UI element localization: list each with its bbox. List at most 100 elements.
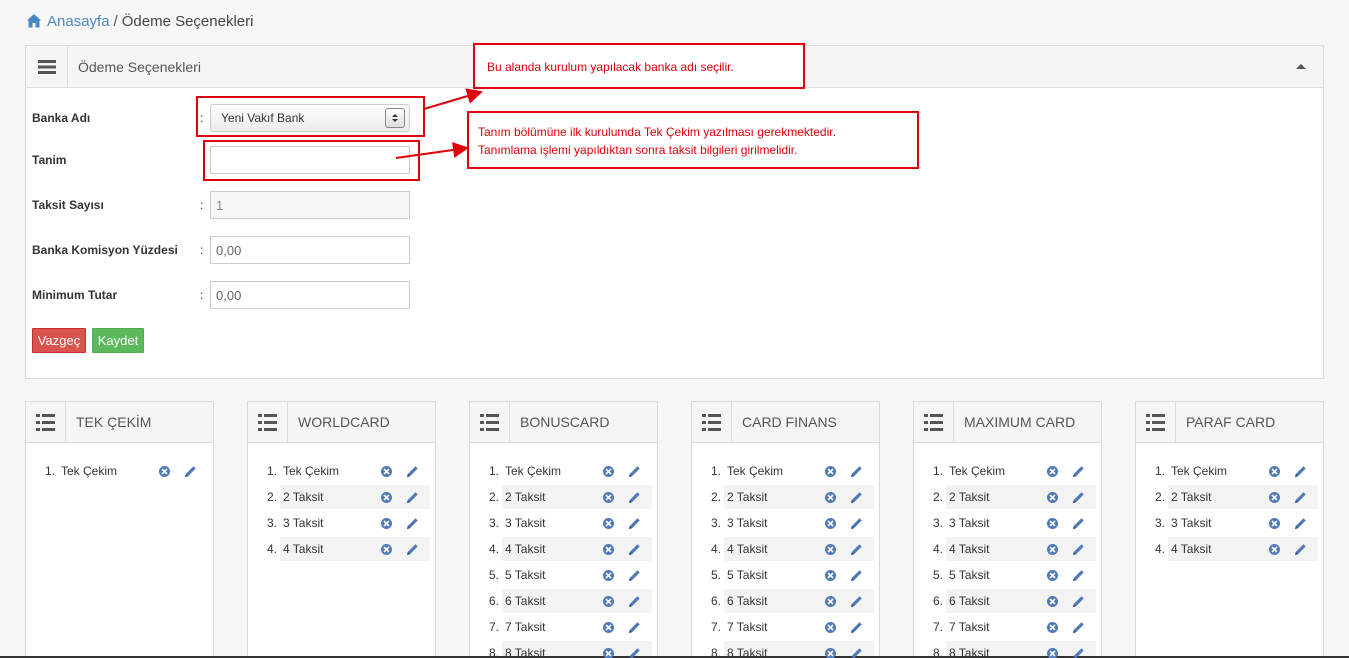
edit-pencil-icon[interactable]	[1072, 517, 1085, 530]
item-label: 5 Taksit	[949, 568, 990, 582]
delete-icon[interactable]	[1047, 621, 1058, 633]
edit-pencil-icon[interactable]	[850, 491, 863, 504]
edit-pencil-icon[interactable]	[1072, 569, 1085, 582]
delete-icon[interactable]	[825, 465, 836, 477]
card-menu-toggle[interactable]	[914, 402, 954, 442]
edit-pencil-icon[interactable]	[406, 543, 419, 556]
delete-icon[interactable]	[825, 647, 836, 658]
edit-pencil-icon[interactable]	[850, 621, 863, 634]
edit-pencil-icon[interactable]	[406, 491, 419, 504]
collapse-up-icon[interactable]	[1296, 64, 1306, 69]
delete-icon[interactable]	[1047, 595, 1058, 607]
delete-icon[interactable]	[825, 595, 836, 607]
save-button[interactable]: Kaydet	[92, 328, 144, 353]
home-icon[interactable]	[26, 13, 42, 29]
edit-pencil-icon[interactable]	[406, 465, 419, 478]
edit-pencil-icon[interactable]	[850, 543, 863, 556]
installments-input[interactable]: 1	[210, 191, 410, 219]
edit-pencil-icon[interactable]	[628, 621, 641, 634]
delete-icon[interactable]	[1269, 543, 1280, 555]
delete-icon[interactable]	[603, 647, 614, 658]
item-number: 7.	[710, 620, 721, 634]
item-number: 1.	[710, 464, 721, 478]
delete-icon[interactable]	[381, 543, 392, 555]
card-menu-toggle[interactable]	[26, 402, 66, 442]
delete-icon[interactable]	[1047, 543, 1058, 555]
delete-icon[interactable]	[603, 465, 614, 477]
delete-icon[interactable]	[603, 595, 614, 607]
edit-pencil-icon[interactable]	[1294, 465, 1307, 478]
delete-icon[interactable]	[1269, 517, 1280, 529]
edit-pencil-icon[interactable]	[1294, 491, 1307, 504]
delete-icon[interactable]	[825, 569, 836, 581]
item-number: 4.	[488, 542, 499, 556]
item-number: 7.	[488, 620, 499, 634]
cancel-button[interactable]: Vazgeç	[32, 328, 86, 353]
card-menu-toggle[interactable]	[470, 402, 510, 442]
list-item: 5. 5 Taksit	[470, 562, 657, 588]
edit-pencil-icon[interactable]	[850, 569, 863, 582]
list-icon	[480, 413, 499, 431]
list-item: 4. 4 Taksit	[470, 536, 657, 562]
installment-list: 1. Tek Çekim 2. 2 Taksit 3. 3 Taksit 4. 4 Taksi…	[248, 443, 435, 562]
delete-icon[interactable]	[1047, 491, 1058, 503]
edit-pencil-icon[interactable]	[628, 647, 641, 658]
list-item: 2. 2 Taksit	[914, 484, 1101, 510]
item-number: 2.	[488, 490, 499, 504]
edit-pencil-icon[interactable]	[628, 569, 641, 582]
delete-icon[interactable]	[603, 543, 614, 555]
delete-icon[interactable]	[159, 465, 170, 477]
delete-icon[interactable]	[825, 543, 836, 555]
delete-icon[interactable]	[381, 517, 392, 529]
item-label: Tek Çekim	[61, 464, 118, 478]
card-header: TEK ÇEKİM	[26, 402, 213, 443]
list-item: 4. 4 Taksit	[914, 536, 1101, 562]
delete-icon[interactable]	[381, 465, 392, 477]
delete-icon[interactable]	[825, 491, 836, 503]
card-menu-toggle[interactable]	[1136, 402, 1176, 442]
card-menu-toggle[interactable]	[692, 402, 732, 442]
breadcrumb-home-link[interactable]: Anasayfa	[47, 13, 110, 30]
item-label: 3 Taksit	[727, 516, 768, 530]
delete-icon[interactable]	[1269, 491, 1280, 503]
edit-pencil-icon[interactable]	[1294, 543, 1307, 556]
delete-icon[interactable]	[603, 621, 614, 633]
edit-pencil-icon[interactable]	[1072, 595, 1085, 608]
delete-icon[interactable]	[825, 517, 836, 529]
delete-icon[interactable]	[1047, 465, 1058, 477]
delete-icon[interactable]	[1047, 647, 1058, 658]
edit-pencil-icon[interactable]	[628, 517, 641, 530]
edit-pencil-icon[interactable]	[850, 465, 863, 478]
edit-pencil-icon[interactable]	[628, 543, 641, 556]
edit-pencil-icon[interactable]	[1072, 465, 1085, 478]
edit-pencil-icon[interactable]	[1072, 491, 1085, 504]
edit-pencil-icon[interactable]	[184, 465, 197, 478]
edit-pencil-icon[interactable]	[850, 647, 863, 658]
edit-pencil-icon[interactable]	[628, 465, 641, 478]
panel-menu-toggle[interactable]	[26, 46, 68, 87]
card-header: WORLDCARD	[248, 402, 435, 443]
delete-icon[interactable]	[1047, 517, 1058, 529]
edit-pencil-icon[interactable]	[1294, 517, 1307, 530]
delete-icon[interactable]	[603, 569, 614, 581]
commission-input[interactable]: 0,00	[210, 236, 410, 264]
delete-icon[interactable]	[825, 621, 836, 633]
edit-pencil-icon[interactable]	[1072, 621, 1085, 634]
edit-pencil-icon[interactable]	[1072, 647, 1085, 658]
edit-pencil-icon[interactable]	[850, 595, 863, 608]
edit-pencil-icon[interactable]	[628, 491, 641, 504]
delete-icon[interactable]	[381, 491, 392, 503]
item-number: 3.	[1154, 516, 1165, 530]
edit-pencil-icon[interactable]	[628, 595, 641, 608]
edit-pencil-icon[interactable]	[850, 517, 863, 530]
minimum-input[interactable]: 0,00	[210, 281, 410, 309]
card-menu-toggle[interactable]	[248, 402, 288, 442]
bank-highlight-box	[196, 96, 425, 137]
list-item: 2. 2 Taksit	[248, 484, 435, 510]
edit-pencil-icon[interactable]	[406, 517, 419, 530]
delete-icon[interactable]	[603, 517, 614, 529]
delete-icon[interactable]	[603, 491, 614, 503]
delete-icon[interactable]	[1047, 569, 1058, 581]
edit-pencil-icon[interactable]	[1072, 543, 1085, 556]
delete-icon[interactable]	[1269, 465, 1280, 477]
